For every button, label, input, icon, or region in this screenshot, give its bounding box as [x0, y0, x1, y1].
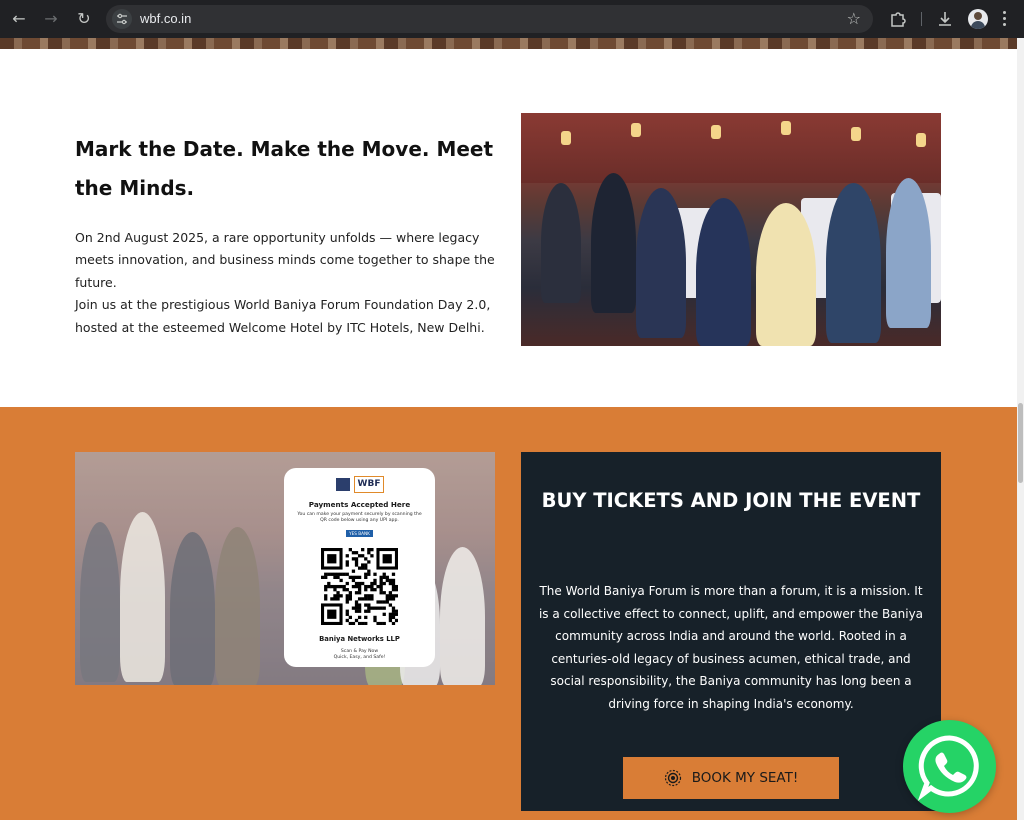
bookmark-star-icon[interactable]: ☆: [847, 9, 861, 28]
url-text[interactable]: wbf.co.in: [140, 11, 191, 26]
page-scrollbar[interactable]: [1017, 38, 1024, 820]
payment-card-subtext: You can make your payment securely by sc…: [297, 512, 422, 523]
previous-section-image-edge: [0, 38, 1017, 49]
book-my-seat-label: BOOK MY SEAT!: [691, 770, 799, 786]
scan-line-2: Quick, Easy, and Safe!: [333, 655, 386, 660]
intro-heading: Mark the Date. Make the Move. Meet the M…: [75, 137, 494, 200]
site-info-icon[interactable]: [112, 9, 132, 29]
intro-paragraph-venue: Join us at the prestigious World Baniya …: [75, 297, 491, 335]
puzzle-icon[interactable]: [888, 9, 908, 29]
intro-text: On 2nd August 2025, a rare opportunity u…: [75, 227, 505, 339]
webpage: Mark the Date. Make the Move. Meet the M…: [0, 38, 1017, 820]
intro-paragraph-date: On 2nd August 2025, a rare opportunity u…: [75, 230, 495, 290]
browser-toolbar: ← → ↻ wbf.co.in ☆: [0, 0, 1024, 38]
download-icon[interactable]: [935, 9, 955, 29]
tickets-heading: BUY TICKETS AND JOIN THE EVENT: [541, 489, 921, 512]
book-my-seat-button[interactable]: BOOK MY SEAT!: [623, 757, 839, 799]
back-arrow-icon[interactable]: ←: [9, 9, 29, 29]
payment-card-heading: Payments Accepted Here: [308, 500, 411, 509]
toolbar-divider: [921, 12, 922, 26]
forward-arrow-icon[interactable]: →: [41, 9, 61, 29]
whatsapp-icon: [917, 735, 979, 801]
upi-qr-code: [321, 548, 399, 626]
payment-card: WBF Payments Accepted Here You can make …: [284, 468, 435, 667]
scan-instructions: Scan & Pay Now Quick, Easy, and Safe!: [284, 649, 435, 661]
wbf-logo: WBF: [336, 476, 384, 493]
payment-qr-photo: WBF Payments Accepted Here You can make …: [75, 452, 495, 685]
reload-icon[interactable]: ↻: [74, 9, 94, 29]
whatsapp-chat-button[interactable]: [903, 720, 996, 813]
profile-avatar[interactable]: [968, 9, 988, 29]
bank-logo: YES BANK: [346, 530, 373, 537]
target-icon: [664, 769, 682, 787]
event-audience-photo: [521, 113, 941, 346]
payee-name: Baniya Networks LLP: [319, 635, 400, 643]
tickets-panel: BUY TICKETS AND JOIN THE EVENT The World…: [521, 452, 941, 811]
tickets-description: The World Baniya Forum is more than a fo…: [538, 584, 924, 711]
kebab-menu-icon[interactable]: [1003, 11, 1007, 27]
address-bar[interactable]: wbf.co.in ☆: [106, 5, 873, 33]
